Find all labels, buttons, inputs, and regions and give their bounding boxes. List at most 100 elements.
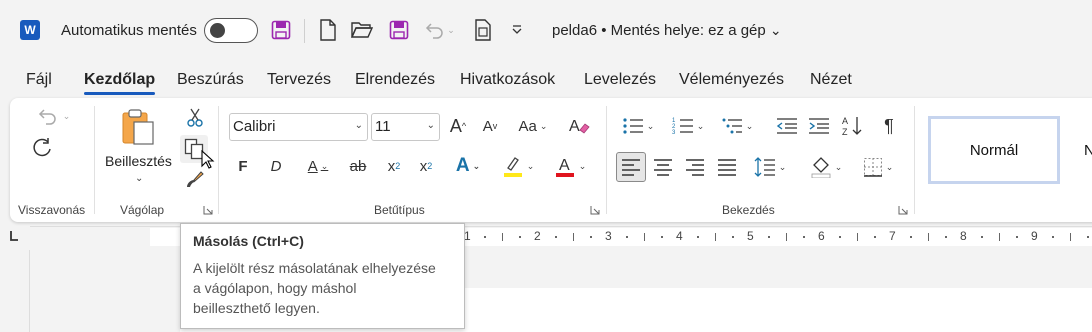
ruler-number: 2 (534, 229, 541, 243)
ruler-dot (519, 236, 522, 238)
decrease-indent-icon[interactable] (774, 113, 800, 139)
ruler-dot (980, 236, 983, 238)
ruler-dot (838, 236, 841, 238)
undo-icon[interactable]: ⌄ (422, 17, 458, 43)
ruler-dot (874, 236, 877, 238)
new-document-icon[interactable] (316, 17, 340, 43)
tab-layout[interactable]: Elrendezés (355, 71, 435, 89)
tab-references[interactable]: Hivatkozások (460, 71, 555, 89)
style-next[interactable]: N (1062, 116, 1092, 184)
align-left-icon[interactable] (616, 152, 646, 182)
ruler-number: 7 (889, 229, 896, 243)
bullets-icon[interactable]: ⌄ (616, 113, 660, 139)
grow-font-icon[interactable]: A ^ (446, 113, 470, 139)
save-as-icon[interactable] (387, 17, 411, 43)
tab-selector-icon[interactable] (0, 226, 30, 248)
bold-icon[interactable]: F (232, 152, 254, 180)
ruler-dot (909, 236, 912, 238)
align-right-icon[interactable] (681, 152, 709, 182)
ruler-dot (661, 236, 664, 238)
font-color-icon[interactable]: A ⌄ (548, 152, 592, 180)
tab-insert[interactable]: Beszúrás (177, 71, 244, 89)
mouse-cursor-icon (201, 149, 215, 175)
align-center-icon[interactable] (649, 152, 677, 182)
vertical-ruler (0, 250, 30, 332)
italic-icon[interactable]: D (265, 152, 287, 180)
tab-review[interactable]: Véleményezés (679, 71, 784, 89)
font-launcher-icon[interactable] (590, 205, 600, 215)
redo-icon[interactable] (30, 136, 56, 162)
group-separator (218, 106, 219, 214)
change-case-icon[interactable]: Aa ⌄ (513, 113, 553, 139)
text-effects-icon[interactable]: A ⌄ (448, 152, 488, 180)
tooltip-line: a vágólapon, hogy máshol (193, 280, 357, 296)
borders-icon[interactable]: ⌄ (856, 152, 900, 182)
multilevel-list-icon[interactable]: ⌄ (714, 113, 760, 139)
document-title[interactable]: pelda6 • Mentés helye: ez a gép ⌄ (552, 22, 782, 39)
tab-mailings[interactable]: Levelezés (584, 71, 656, 89)
paragraph-launcher-icon[interactable] (898, 205, 908, 215)
strikethrough-icon[interactable]: ab (346, 152, 370, 180)
document-title-text: pelda6 • Mentés helye: ez a gép (552, 22, 766, 39)
subscript-icon[interactable]: x2 (382, 152, 406, 180)
chevron-down-icon: ⌄ (426, 120, 435, 131)
autosave-label: Automatikus mentés (61, 22, 197, 39)
sort-icon[interactable]: AZ (840, 113, 866, 139)
toggle-knob (210, 23, 225, 38)
line-spacing-icon[interactable]: ⌄ (748, 152, 792, 182)
ruler-dot (732, 236, 735, 238)
group-separator (914, 106, 915, 214)
justify-icon[interactable] (713, 152, 741, 182)
tooltip-body: A kijelölt rész másolatának elhelyezése … (193, 258, 452, 318)
show-formatting-marks-icon[interactable]: ¶ (876, 113, 902, 139)
underline-icon[interactable]: A ⌄ (298, 152, 338, 180)
print-preview-icon[interactable] (471, 17, 495, 43)
copy-tooltip: Másolás (Ctrl+C) A kijelölt rész másolat… (180, 223, 465, 329)
chevron-down-icon: ⌄ (769, 22, 782, 38)
ruler-dot (590, 236, 593, 238)
superscript-icon[interactable]: x2 (414, 152, 438, 180)
group-separator (606, 106, 607, 214)
word-app-icon: W (20, 20, 40, 40)
tab-design[interactable]: Tervezés (267, 71, 331, 89)
group-label-clipboard: Vágólap (120, 203, 165, 217)
font-size-value: 11 (375, 118, 391, 135)
font-name-combo[interactable]: Calibri ⌄ (229, 113, 368, 141)
ruler-tick (643, 233, 645, 241)
paste-dropdown-icon[interactable]: ⌄ (135, 173, 143, 184)
group-label-paragraph: Bekezdés (722, 203, 775, 217)
shading-icon[interactable]: ⌄ (804, 152, 848, 182)
font-size-combo[interactable]: 11 ⌄ (371, 113, 440, 141)
svg-text:A: A (559, 157, 570, 174)
open-folder-icon[interactable] (350, 17, 374, 43)
highlight-color-icon[interactable]: ⌄ (496, 152, 540, 180)
title-bar: W Automatikus mentés ⌄ pelda6 • Mentés h… (0, 0, 1092, 60)
undo-button[interactable]: ⌄ (32, 104, 76, 128)
numbering-icon[interactable]: 1 2 3 ⌄ (666, 113, 710, 139)
ruler-tick (714, 233, 716, 241)
save-icon[interactable] (269, 17, 293, 43)
chevron-down-icon: ⌄ (354, 120, 363, 131)
svg-text:A: A (842, 116, 848, 126)
clear-formatting-icon[interactable]: A (566, 113, 592, 139)
group-separator (94, 106, 95, 214)
tab-view[interactable]: Nézet (810, 71, 852, 89)
paste-icon[interactable] (118, 106, 158, 148)
ruler-number: 3 (605, 229, 612, 243)
increase-indent-icon[interactable] (806, 113, 832, 139)
paste-label[interactable]: Beillesztés (105, 153, 172, 169)
svg-text:A: A (569, 118, 580, 135)
ruler-dot (554, 236, 557, 238)
ruler-tick (501, 233, 503, 241)
ruler-dot (483, 236, 486, 238)
clipboard-launcher-icon[interactable] (203, 205, 213, 215)
ruler-dot (803, 236, 806, 238)
tab-home[interactable]: Kezdőlap (84, 71, 156, 95)
autosave-toggle[interactable] (204, 18, 258, 43)
ruler-dot (1016, 236, 1019, 238)
tab-file[interactable]: Fájl (26, 71, 52, 89)
cut-icon[interactable] (182, 106, 208, 130)
shrink-font-icon[interactable]: Av (478, 113, 502, 139)
style-normal[interactable]: Normál (928, 116, 1060, 184)
customize-qat-icon[interactable] (505, 17, 529, 43)
